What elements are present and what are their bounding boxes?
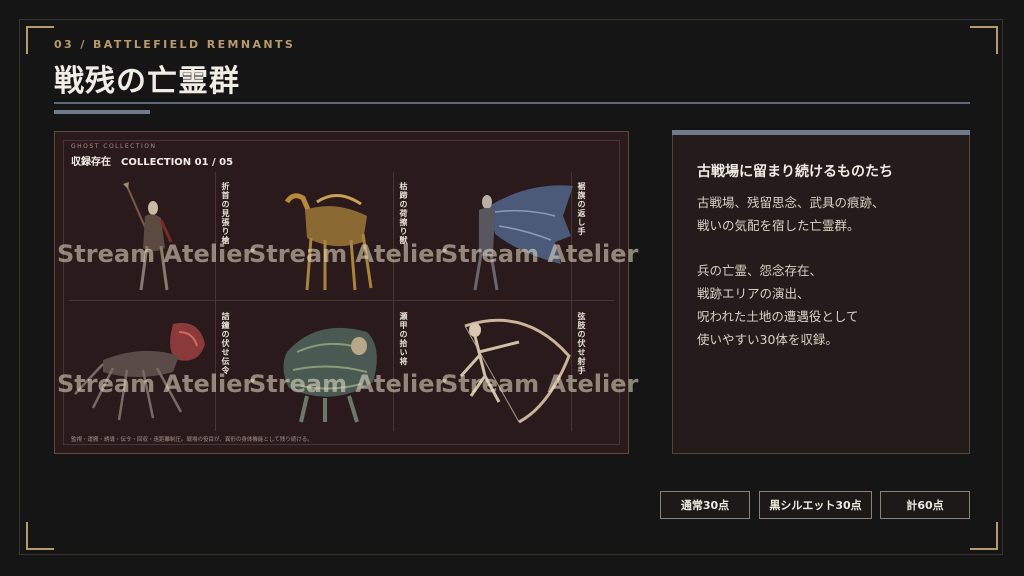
corner-ornament — [26, 26, 54, 54]
count-tag-silhouette: 黒シルエット30点 — [759, 491, 872, 519]
corner-ornament — [26, 522, 54, 550]
creature-label: 枯蹄の荷擦り獣 — [399, 182, 408, 245]
collection-panel: GHOST COLLECTION 収録存在 COLLECTION 01 / 05… — [54, 131, 638, 454]
creature-card[interactable]: 折首の見張り槍 — [69, 176, 255, 300]
title-divider-accent — [54, 110, 150, 114]
winged-ghost-figure — [473, 185, 573, 291]
archer-ghost-figure — [459, 318, 571, 424]
page-title: 戦残の亡霊群 — [54, 64, 240, 99]
description-heading: 古戦場に留まり続けるものたち — [697, 164, 893, 180]
corner-ornament — [970, 522, 998, 550]
grid-divider — [69, 300, 614, 301]
creature-label: 詰鐘の伏せ伝令 — [221, 312, 230, 375]
count-tag-normal: 通常30点 — [660, 491, 750, 519]
count-tag-total: 計60点 — [880, 491, 970, 519]
creature-card[interactable]: 瀬甲の拾い将 — [247, 306, 433, 430]
beast-ghost-figure — [284, 193, 373, 291]
description-paragraph: 兵の亡霊、怨念存在、 戦跡エリアの演出、 呪われた土地の遭遇役として 使いやすい… — [697, 259, 859, 351]
creature-label: 弦肢の伏せ射手 — [577, 312, 586, 375]
description-accent-bar — [672, 130, 970, 135]
description-line: 呪われた土地の遭遇役として — [697, 309, 859, 324]
description-line: 戦跡エリアの演出、 — [697, 286, 810, 301]
collection-title: 収録存在 COLLECTION 01 / 05 — [71, 157, 234, 168]
description-line: 古戦場、残留思念、武具の痕跡、 — [697, 195, 885, 210]
corner-ornament — [970, 26, 998, 54]
description-paragraph: 古戦場、残留思念、武具の痕跡、 戦いの気配を宿した亡霊群。 — [697, 191, 885, 237]
collection-footnote: 監視・運搬・誘導・伝令・回収・遠距離制圧。戦場の役目が、異形の身体機能として残り… — [71, 437, 313, 443]
description-line: 使いやすい30体を収録。 — [697, 332, 838, 347]
creature-card[interactable]: 裾旗の返し手 — [425, 176, 611, 300]
creature-card[interactable]: 詰鐘の伏せ伝令 — [69, 306, 255, 430]
description-panel: 古戦場に留まり続けるものたち 古戦場、残留思念、武具の痕跡、 戦いの気配を宿した… — [672, 130, 970, 454]
section-eyebrow: 03 / BATTLEFIELD REMNANTS — [54, 38, 296, 51]
spear-ghost-figure — [123, 182, 173, 291]
creature-card[interactable]: 弦肢の伏せ射手 — [425, 306, 611, 430]
armored-ghost-figure — [283, 327, 377, 423]
creature-label: 裾旗の返し手 — [577, 182, 586, 236]
crawler-ghost-figure — [74, 322, 205, 421]
collection-eyebrow: GHOST COLLECTION — [71, 143, 157, 150]
creature-label: 瀬甲の拾い将 — [399, 312, 408, 366]
title-divider — [54, 102, 970, 104]
description-line: 兵の亡霊、怨念存在、 — [697, 263, 823, 278]
description-line: 戦いの気配を宿した亡霊群。 — [697, 218, 860, 233]
creature-card[interactable]: 枯蹄の荷擦り獣 — [247, 176, 433, 300]
creature-label: 折首の見張り槍 — [221, 182, 230, 245]
